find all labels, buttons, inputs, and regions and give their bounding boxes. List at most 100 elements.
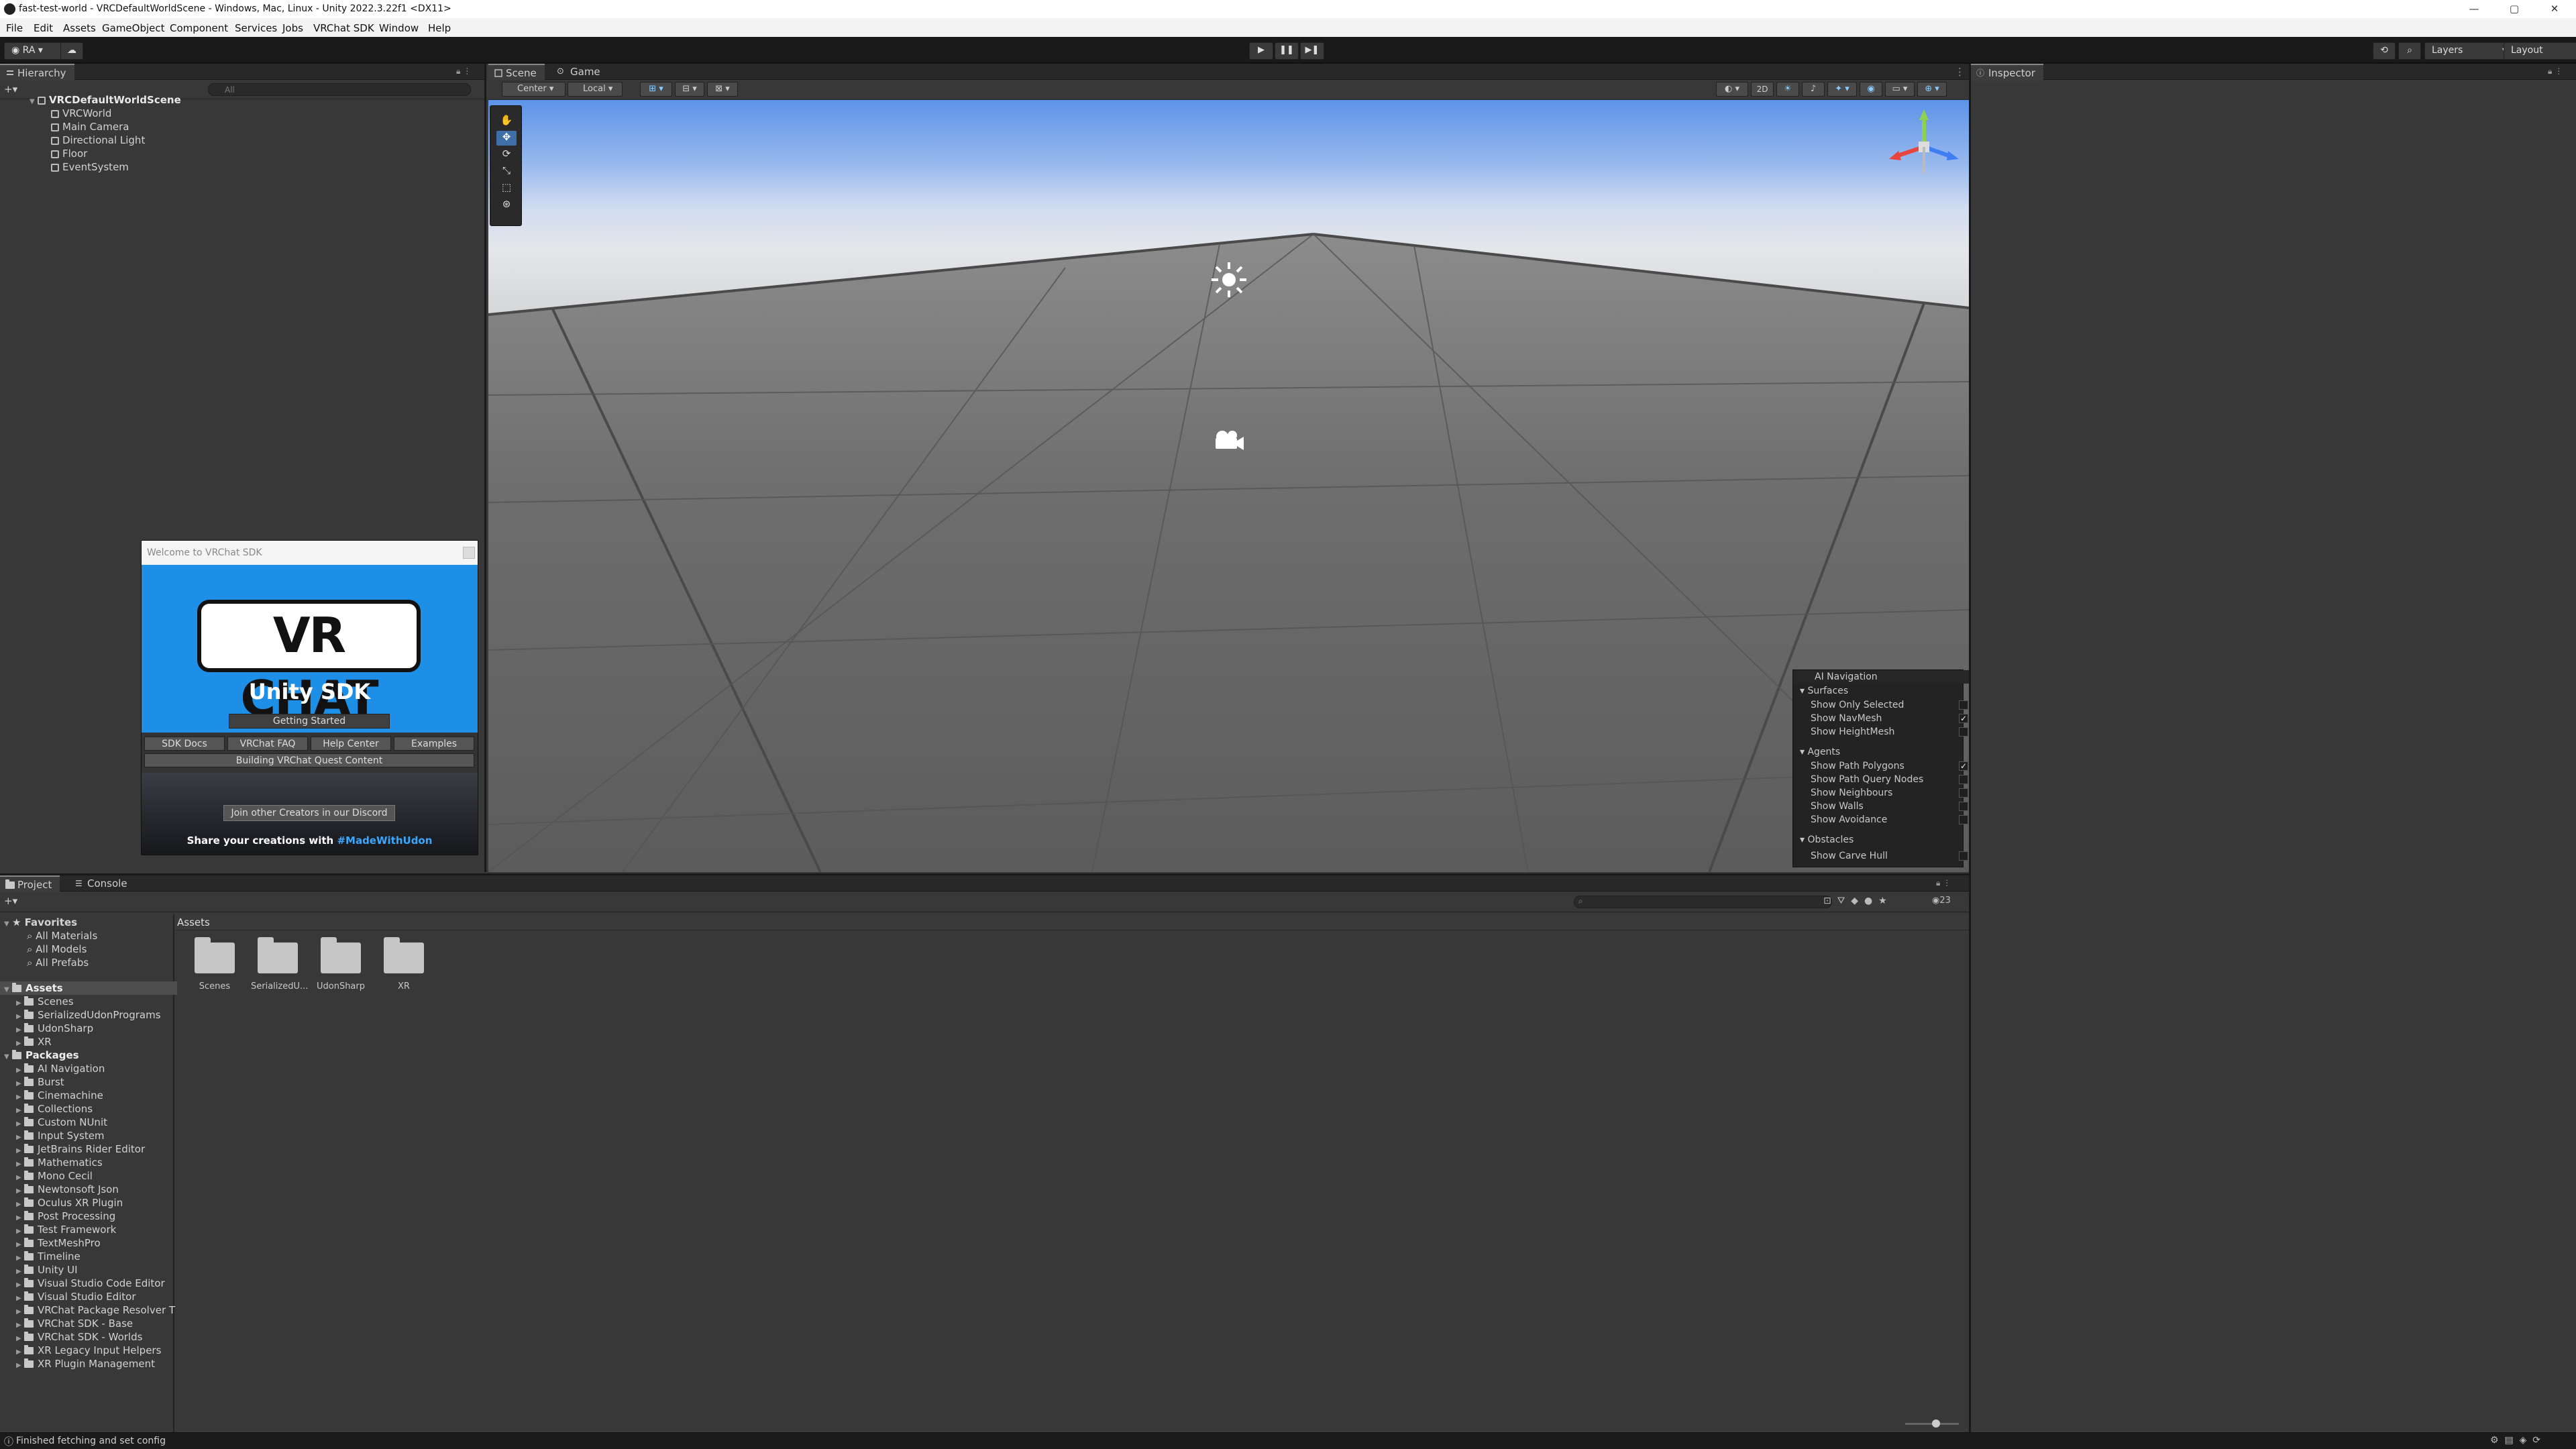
hidden-packages-badge[interactable]: ◉23 xyxy=(1932,896,1951,906)
vrchat-faq-button[interactable]: VRChat FAQ xyxy=(227,737,308,751)
gizmo-tools-icon[interactable]: ⊠ ▾ xyxy=(707,82,738,97)
package-folder[interactable]: ▶ Visual Studio Code Editor xyxy=(16,1277,165,1290)
pivot-center-dropdown[interactable]: Center ▾ xyxy=(502,82,566,97)
menu-edit[interactable]: Edit xyxy=(34,22,53,34)
scale-tool-icon[interactable]: ⤡ xyxy=(496,164,517,179)
discord-button[interactable]: Join other Creators in our Discord xyxy=(223,805,395,821)
hierarchy-scene-root[interactable]: ▼ VRCDefaultWorldScene xyxy=(30,93,181,107)
package-folder[interactable]: ▶ Mono Cecil xyxy=(16,1169,93,1183)
toggle-show-navmesh[interactable]: Show NavMesh ✓ xyxy=(1793,712,1980,725)
hierarchy-item[interactable]: Directional Light xyxy=(51,133,145,147)
lock-icon[interactable]: 🔒︎ ⋮ xyxy=(2548,66,2563,76)
toggle-show-only-selected[interactable]: Show Only Selected xyxy=(1793,698,1980,712)
toggle-show-avoidance[interactable]: Show Avoidance xyxy=(1793,813,1980,826)
toggle-show-heightmesh[interactable]: Show HeightMesh xyxy=(1793,725,1980,739)
asset-folder[interactable]: ▶ Scenes xyxy=(16,995,74,1008)
snap-increment-icon[interactable]: ⊟ ▾ xyxy=(675,82,704,97)
toggle-show-carve-hull[interactable]: Show Carve Hull xyxy=(1793,849,1980,863)
asset-tile-folder[interactable]: Scenes xyxy=(188,937,241,991)
lock-icon[interactable]: 🔒︎ ⋮ xyxy=(456,66,471,76)
toggle-show-path-query-nodes[interactable]: Show Path Query Nodes xyxy=(1793,773,1980,786)
transform-tool-icon[interactable]: ⊛ xyxy=(496,198,517,213)
checkbox[interactable] xyxy=(1959,727,1968,737)
package-folder[interactable]: ▶ Collections xyxy=(16,1102,93,1116)
scene-viewport[interactable]: ✋ ✥ ⟳ ⤡ ⬚ ⊛ xyxy=(488,100,1969,872)
rotate-tool-icon[interactable]: ⟳ xyxy=(496,148,517,162)
orientation-gizmo-icon[interactable] xyxy=(1884,107,1964,187)
menu-services[interactable]: Services xyxy=(235,22,277,34)
asset-tile-folder[interactable]: SerializedU... xyxy=(251,937,308,991)
favorite-item[interactable]: ⌕ All Models xyxy=(27,943,87,956)
package-folder[interactable]: ▶ Mathematics xyxy=(16,1156,103,1169)
hidden-objects-icon[interactable]: ◉ xyxy=(1860,82,1882,97)
checkbox[interactable] xyxy=(1959,802,1968,811)
checkbox[interactable] xyxy=(1959,775,1968,784)
quest-content-button[interactable]: Building VRChat Quest Content xyxy=(144,753,474,767)
menu-window[interactable]: Window xyxy=(379,22,419,34)
package-folder[interactable]: ▶ VRChat SDK - Base xyxy=(16,1317,133,1330)
menu-component[interactable]: Component xyxy=(170,22,228,34)
play-button[interactable]: ▶ xyxy=(1249,42,1273,60)
hierarchy-item[interactable]: Floor xyxy=(51,147,87,160)
close-window-button[interactable]: ✕ xyxy=(2536,0,2573,18)
directional-light-icon[interactable] xyxy=(1210,261,1248,299)
asset-folder[interactable]: ▶ UdonSharp xyxy=(16,1022,93,1035)
grid-snap-icon[interactable]: ⊞ ▾ xyxy=(640,82,672,97)
section-agents[interactable]: ▾ Agents xyxy=(1793,745,1970,759)
asset-folder[interactable]: ▶ SerializedUdonPrograms xyxy=(16,1008,161,1022)
package-folder[interactable]: ▶ XR Legacy Input Helpers xyxy=(16,1344,161,1357)
checkbox[interactable] xyxy=(1959,851,1968,861)
package-folder[interactable]: ▶ VRChat SDK - Worlds xyxy=(16,1330,142,1344)
hierarchy-item[interactable]: Main Camera xyxy=(51,120,129,133)
slider-handle[interactable] xyxy=(1932,1419,1940,1428)
expand-arrow-icon[interactable]: ▼ xyxy=(30,95,38,109)
packages-root[interactable]: ▼ Packages xyxy=(4,1049,79,1062)
getting-started-button[interactable]: Getting Started xyxy=(229,714,390,729)
toggle-show-path-polygons[interactable]: Show Path Polygons ✓ xyxy=(1793,759,1980,773)
package-folder[interactable]: ▶ VRChat Package Resolver T xyxy=(16,1303,175,1317)
section-obstacles[interactable]: ▾ Obstacles xyxy=(1793,833,1970,847)
tab-hierarchy[interactable]: Hierarchy xyxy=(0,64,74,81)
lock-icon[interactable]: 🔒︎ ⋮ xyxy=(1936,878,1951,888)
checkbox-checked[interactable]: ✓ xyxy=(1959,714,1968,723)
camera-settings-icon[interactable]: ▭ ▾ xyxy=(1885,82,1915,97)
tab-inspector[interactable]: ⓘ Inspector xyxy=(1971,64,2043,81)
sdk-docs-button[interactable]: SDK Docs xyxy=(144,737,225,751)
package-folder[interactable]: ▶ Custom NUnit xyxy=(16,1116,107,1129)
menu-jobs[interactable]: Jobs xyxy=(282,22,303,34)
discord-banner[interactable]: Join other Creators in our Discord Share… xyxy=(142,773,478,855)
examples-button[interactable]: Examples xyxy=(394,737,474,751)
package-folder[interactable]: ▶ Unity UI xyxy=(16,1263,78,1277)
menu-gameobject[interactable]: GameObject xyxy=(102,22,165,34)
cloud-icon[interactable]: ☁ xyxy=(60,42,83,60)
package-folder[interactable]: ▶ Burst xyxy=(16,1075,64,1089)
tab-scene[interactable]: Scene xyxy=(488,64,545,81)
menu-assets[interactable]: Assets xyxy=(63,22,96,34)
pivot-local-dropdown[interactable]: Local ▾ xyxy=(568,82,623,97)
tab-project[interactable]: Project xyxy=(0,875,60,893)
asset-tile-folder[interactable]: XR xyxy=(377,937,431,991)
menu-help[interactable]: Help xyxy=(428,22,451,34)
package-folder[interactable]: ▶ Newtonsoft Json xyxy=(16,1183,119,1196)
checkbox[interactable] xyxy=(1959,788,1968,798)
package-folder[interactable]: ▶ Post Processing xyxy=(16,1210,115,1223)
checkbox[interactable] xyxy=(1959,815,1968,824)
layout-dropdown[interactable]: Layout▾ xyxy=(2504,42,2576,60)
maximize-button[interactable]: ▢ xyxy=(2496,0,2533,18)
tab-game[interactable]: ⊙ Game xyxy=(553,64,608,80)
status-icons[interactable]: ⚙ ▤ ◈ ⟳ xyxy=(2490,1435,2540,1446)
close-icon[interactable] xyxy=(463,547,475,559)
hand-tool-icon[interactable]: ✋ xyxy=(496,114,517,129)
asset-tile-folder[interactable]: UdonSharp xyxy=(314,937,368,991)
favorites-header[interactable]: ▼ ★ Favorites xyxy=(4,916,77,929)
section-surfaces[interactable]: ▾ Surfaces xyxy=(1793,684,1970,698)
pause-button[interactable]: ❚❚ xyxy=(1275,42,1299,60)
add-object-button[interactable]: +▾ xyxy=(4,83,17,95)
search-icon[interactable]: ⌕ xyxy=(2398,42,2421,60)
layers-dropdown[interactable]: Layers▾ xyxy=(2424,42,2513,60)
menu-vrchat-sdk[interactable]: VRChat SDK xyxy=(313,22,374,34)
lighting-icon[interactable]: ☀ xyxy=(1776,82,1799,97)
history-icon[interactable]: ⟲ xyxy=(2373,42,2396,60)
camera-gizmo-icon[interactable] xyxy=(1210,427,1245,454)
hierarchy-search-input[interactable]: All xyxy=(208,83,471,96)
